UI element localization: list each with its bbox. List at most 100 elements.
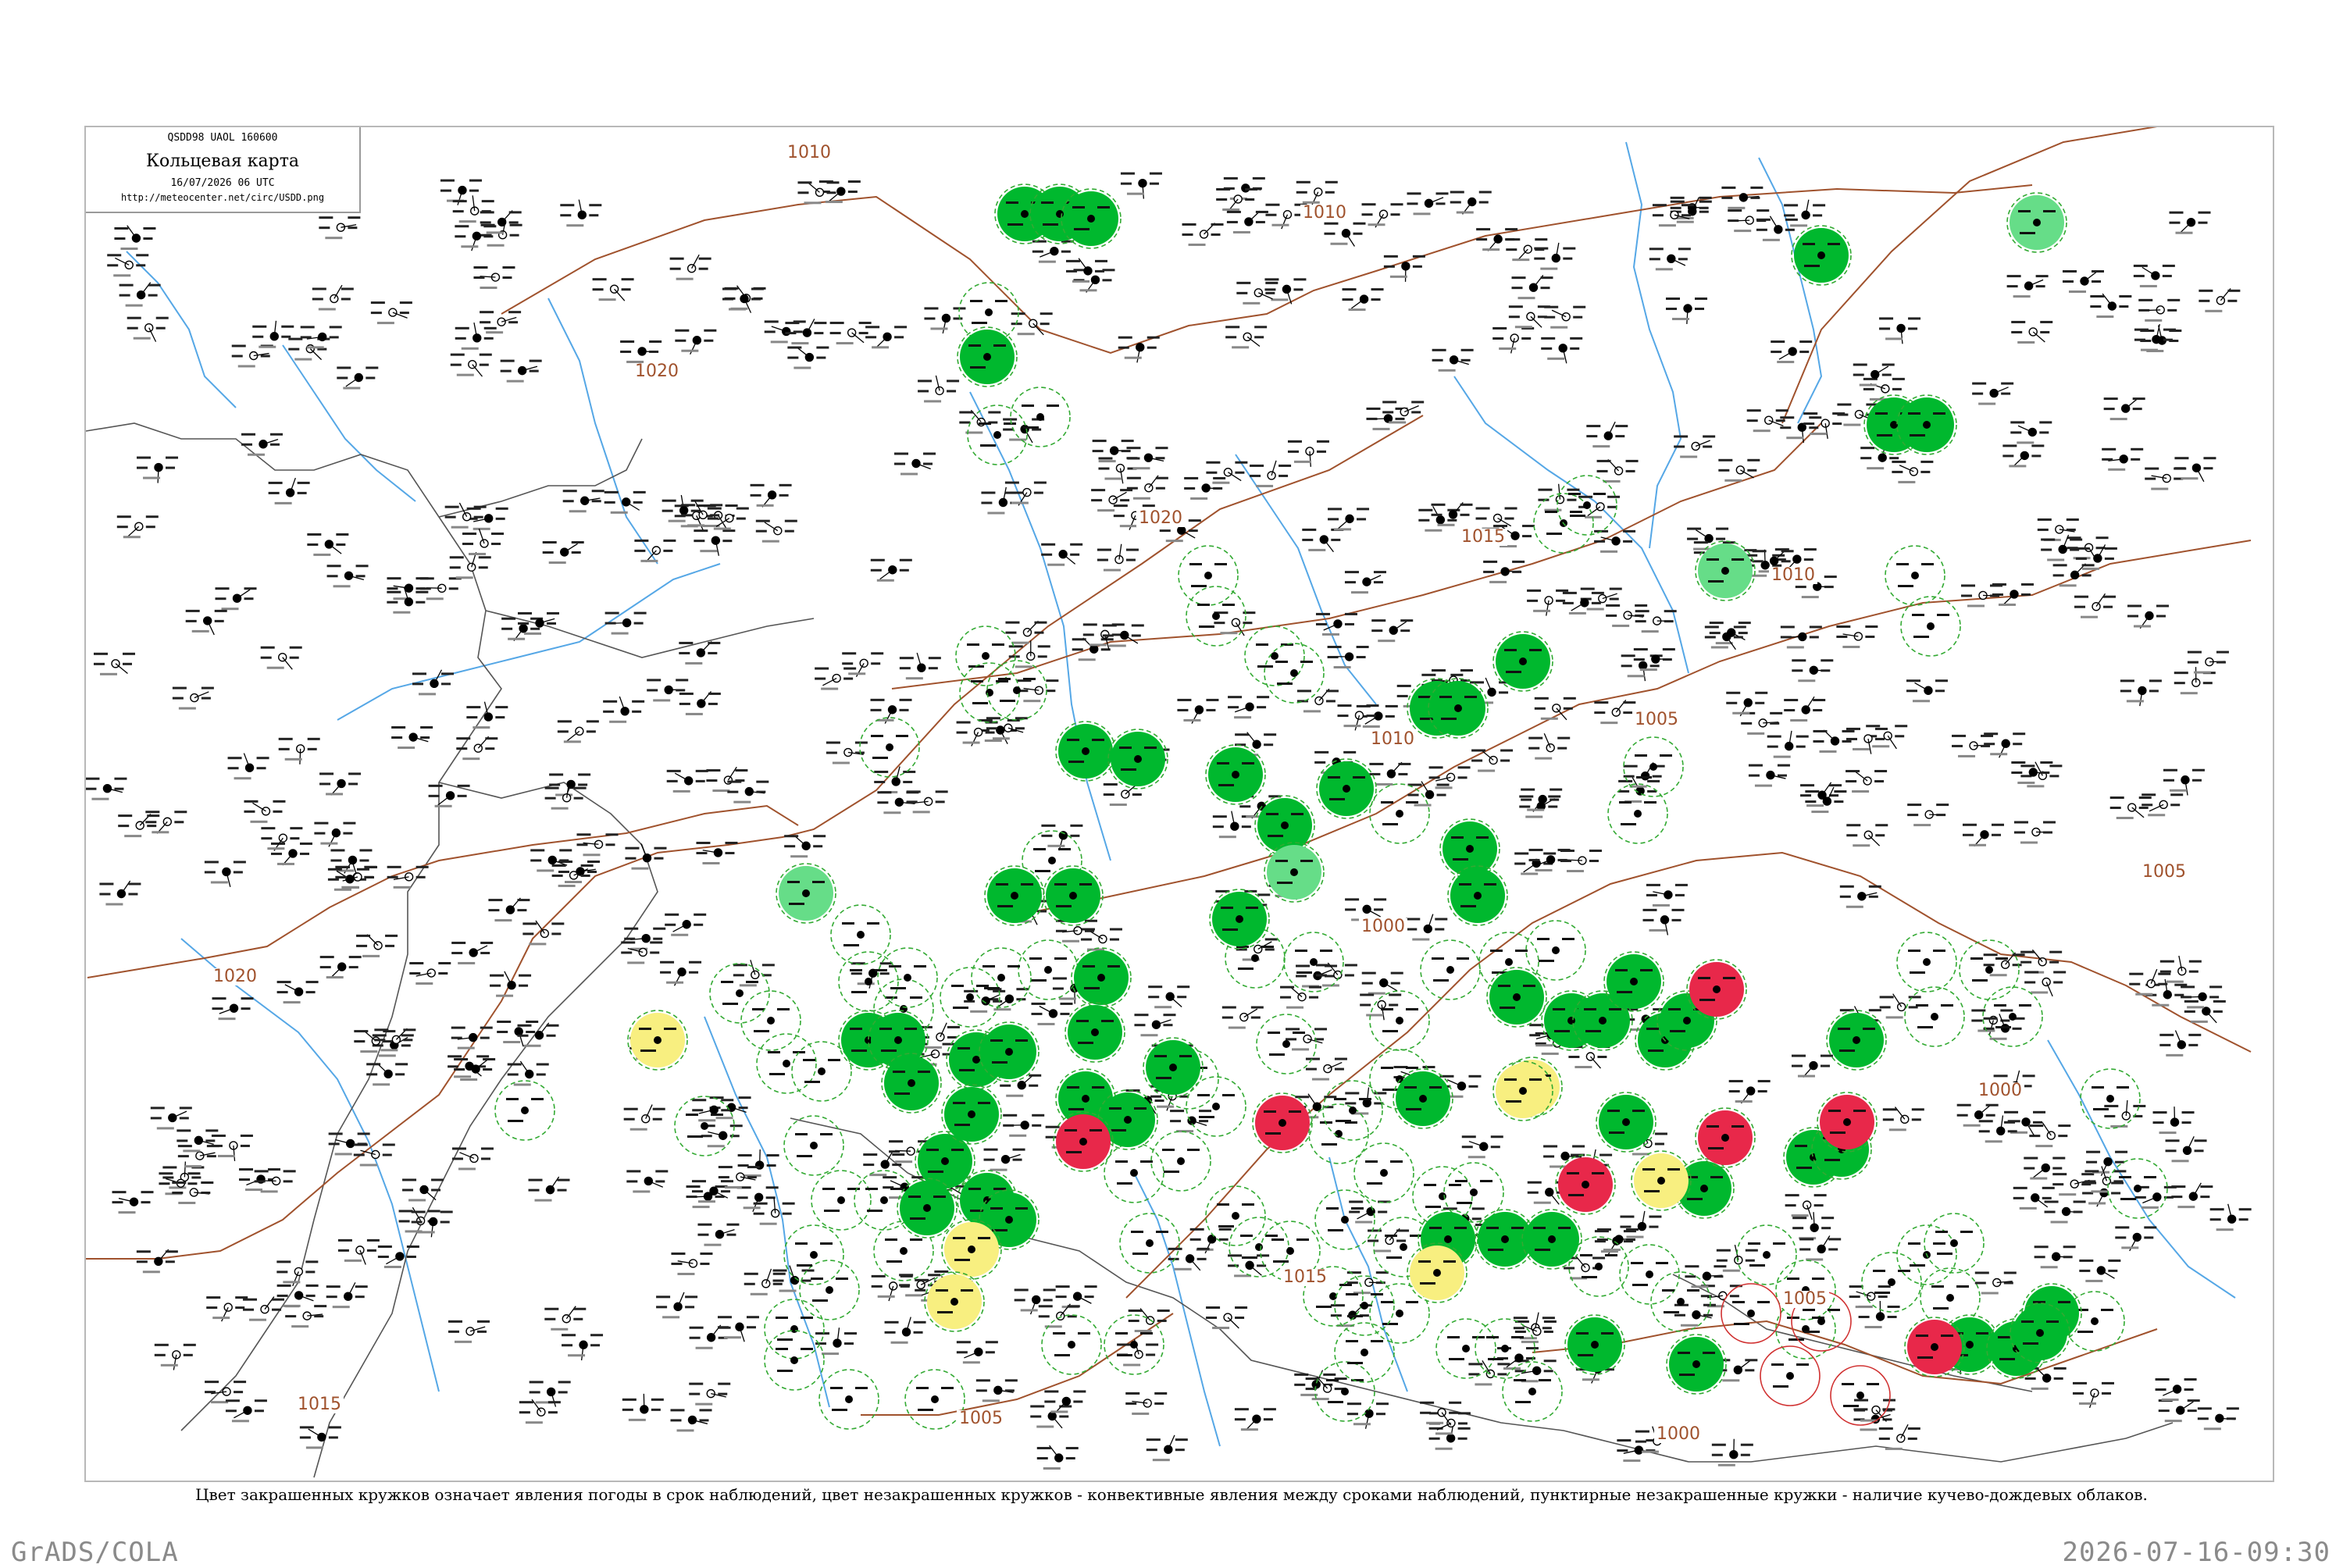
glyph-mark — [1328, 508, 1342, 510]
glyph-mark — [243, 1299, 257, 1301]
glyph-mark — [1846, 780, 1856, 782]
station-plot — [327, 565, 369, 587]
glyph-mark — [1296, 971, 1312, 974]
glyph-mark — [751, 1293, 768, 1295]
glyph-mark — [1061, 251, 1071, 253]
glyph-mark — [1182, 223, 1196, 226]
glyph-mark — [877, 791, 891, 793]
station-plot — [1975, 1272, 2017, 1295]
glyph-mark — [1261, 946, 1274, 948]
glyph-mark — [681, 350, 698, 352]
glyph-mark — [1784, 709, 1795, 711]
glyph-mark — [1227, 221, 1238, 223]
glyph-mark — [988, 412, 1000, 414]
glyph-mark — [976, 1379, 990, 1381]
glyph-mark — [2045, 1210, 2056, 1213]
glyph-mark — [519, 975, 531, 977]
station-dot — [1400, 408, 1408, 415]
glyph-mark — [1371, 1340, 1383, 1342]
glyph-mark — [820, 1133, 833, 1135]
glyph-mark — [560, 204, 574, 206]
glyph-mark — [842, 652, 856, 654]
glyph-mark — [1527, 600, 1538, 602]
glyph-mark — [1705, 625, 1719, 628]
glyph-mark — [914, 1331, 923, 1334]
glyph-mark — [2103, 596, 2116, 598]
glyph-mark — [1883, 1409, 1892, 1412]
glyph-mark — [957, 722, 971, 724]
glyph-mark — [1912, 1118, 1921, 1121]
glyph-mark — [1786, 437, 1803, 439]
glyph-mark — [458, 962, 475, 964]
glyph-mark — [1535, 697, 1549, 700]
glyph-mark — [454, 1058, 468, 1060]
glyph-mark — [611, 511, 628, 514]
glyph-mark — [1458, 1412, 1471, 1414]
glyph-mark — [2042, 1187, 2055, 1189]
glyph-mark — [1257, 665, 1273, 668]
glyph-mark — [1243, 302, 1260, 305]
glyph-mark — [336, 533, 348, 536]
cumulonimbus-ring — [2081, 1069, 2140, 1128]
station-plot — [1126, 447, 1168, 469]
station-plot — [451, 354, 492, 376]
glyph-mark — [2239, 1208, 2252, 1210]
station-plot — [205, 861, 246, 886]
glyph-mark — [1245, 198, 1254, 201]
glyph-mark — [1933, 1242, 1945, 1245]
glyph-mark — [1023, 678, 1036, 680]
glyph-mark — [590, 1344, 600, 1346]
glyph-mark — [1328, 1229, 1343, 1231]
glyph-mark — [1889, 457, 1899, 459]
glyph-mark — [910, 996, 922, 999]
glyph-mark — [1500, 760, 1510, 762]
glyph-mark — [719, 1176, 729, 1178]
glyph-mark — [86, 788, 96, 790]
glyph-mark — [918, 380, 932, 382]
glyph-mark — [1981, 735, 1993, 737]
glyph-mark — [590, 1334, 603, 1336]
glyph-mark — [1846, 906, 1863, 908]
glyph-mark — [1821, 659, 1833, 661]
glyph-mark — [1865, 636, 1874, 638]
glyph-mark — [1916, 1004, 1928, 1007]
station-plot — [1594, 700, 1635, 724]
station-plot — [1642, 909, 1684, 935]
glyph-mark — [1907, 814, 1918, 816]
station-plot — [1597, 459, 1639, 483]
glyph-mark — [212, 997, 226, 1000]
glyph-mark — [1767, 736, 1781, 738]
glyph-mark — [2013, 953, 2025, 956]
station-plot — [622, 1394, 664, 1421]
glyph-mark — [903, 771, 915, 773]
glyph-mark — [1620, 1216, 1634, 1218]
glyph-mark — [2030, 1178, 2047, 1180]
station-dot — [790, 1325, 798, 1333]
glyph-mark — [448, 1320, 462, 1323]
glyph-mark — [1994, 1074, 2008, 1077]
glyph-mark — [1898, 585, 1913, 587]
glyph-mark — [843, 678, 853, 680]
glyph-mark — [480, 311, 494, 313]
glyph-mark — [1047, 404, 1059, 407]
glyph-mark — [1758, 1090, 1767, 1092]
glyph-mark — [1647, 790, 1657, 793]
glyph-mark — [1268, 1032, 1280, 1034]
glyph-mark — [1349, 1201, 1363, 1203]
glyph-mark — [1035, 870, 1050, 872]
glyph-mark — [450, 566, 461, 568]
glyph-mark — [1547, 358, 1564, 360]
glyph-mark — [1368, 1239, 1378, 1242]
glyph-mark — [1366, 1014, 1383, 1016]
glyph-mark — [548, 1401, 561, 1403]
glyph-mark — [2049, 961, 2059, 964]
glyph-mark — [1384, 255, 1398, 258]
glyph-mark — [1806, 804, 1824, 807]
glyph-mark — [1134, 1024, 1145, 1026]
glyph-mark — [1225, 336, 1236, 338]
station-plot — [473, 266, 515, 289]
glyph-mark — [480, 364, 489, 366]
glyph-mark — [117, 515, 131, 518]
glyph-mark — [1888, 1316, 1897, 1318]
glyph-mark — [2027, 785, 2044, 787]
